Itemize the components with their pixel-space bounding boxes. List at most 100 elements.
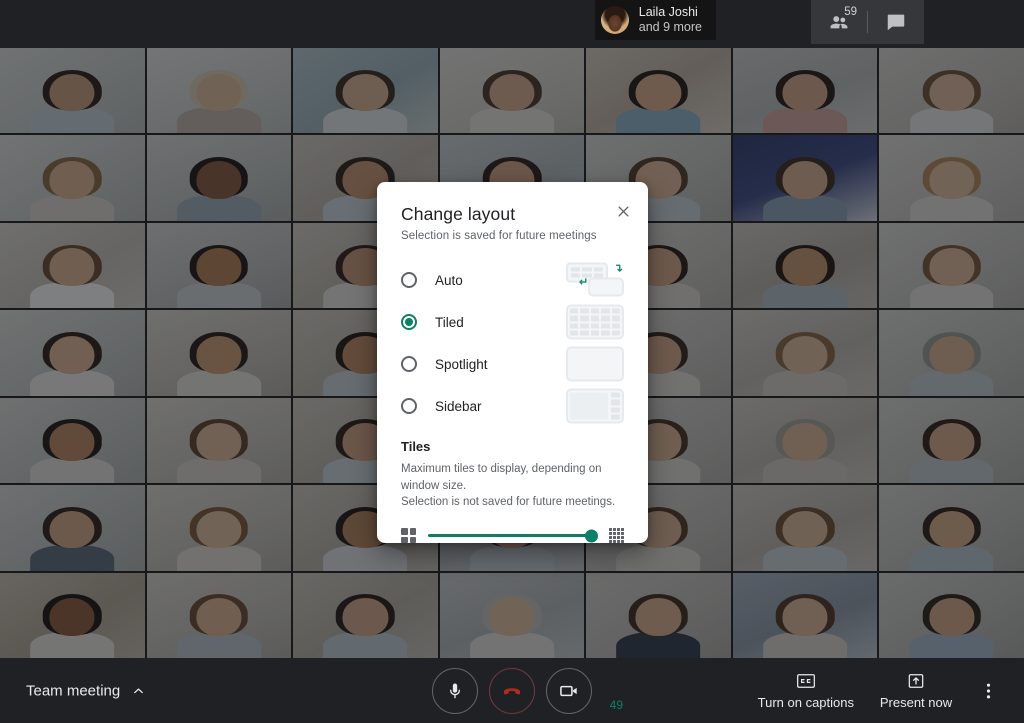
radio-spotlight[interactable]: [401, 356, 417, 372]
auto-layout-preview: ↴ ↵: [566, 262, 624, 298]
meeting-name-label: Team meeting: [26, 682, 121, 699]
layout-option-label: Tiled: [435, 314, 464, 330]
participant-tile[interactable]: [146, 485, 292, 571]
tile-person: [763, 69, 848, 134]
tile-person: [176, 419, 261, 484]
tile-person: [909, 419, 994, 484]
participant-tile[interactable]: [146, 397, 292, 484]
participant-tile[interactable]: [732, 48, 878, 134]
chat-button[interactable]: [868, 0, 924, 44]
tile-person: [30, 332, 115, 396]
participant-tile[interactable]: [0, 572, 145, 658]
participant-tile[interactable]: [732, 397, 878, 484]
participant-tile[interactable]: [732, 222, 878, 309]
layout-options-list: Auto ↴ ↵ Tiled Spotlight Sidebar: [401, 259, 624, 427]
more-options-button[interactable]: [968, 669, 1008, 713]
participant-tile[interactable]: [0, 48, 145, 134]
present-button[interactable]: Present now: [868, 669, 964, 712]
participant-tile[interactable]: [586, 48, 731, 134]
radio-auto[interactable]: [401, 272, 417, 288]
tile-person: [763, 332, 848, 396]
tile-person: [176, 244, 261, 309]
layout-option-sidebar[interactable]: Sidebar: [401, 385, 624, 427]
tiles-section-heading: Tiles: [401, 439, 431, 454]
hangup-icon: [504, 687, 520, 694]
active-participant-pill[interactable]: Laila Joshi and 9 more: [594, 0, 716, 40]
tile-person: [470, 69, 554, 134]
participant-tile[interactable]: [146, 222, 292, 309]
tile-person: [30, 69, 115, 134]
participant-tile[interactable]: [732, 485, 878, 571]
layout-option-auto[interactable]: Auto ↴ ↵: [401, 259, 624, 301]
participant-tile[interactable]: [146, 572, 292, 658]
participant-tile[interactable]: [0, 485, 145, 571]
layout-option-label: Spotlight: [435, 356, 488, 372]
participant-tile[interactable]: [879, 310, 1024, 396]
bottom-bar: Team meeting Turn on captions Present no…: [0, 658, 1024, 723]
participant-tile[interactable]: [732, 135, 878, 221]
layout-option-label: Auto: [435, 272, 463, 288]
radio-sidebar[interactable]: [401, 398, 417, 414]
people-button[interactable]: 59: [811, 0, 867, 44]
hangup-button[interactable]: [489, 667, 535, 714]
tiles-slider[interactable]: [428, 529, 598, 543]
tile-person: [470, 594, 554, 658]
tiled-layout-preview: [566, 304, 624, 340]
layout-option-spotlight[interactable]: Spotlight: [401, 343, 624, 385]
participant-tile[interactable]: [146, 135, 292, 221]
participant-tile[interactable]: [293, 48, 438, 134]
tile-person: [323, 594, 408, 658]
tile-person: [176, 506, 261, 571]
top-actions-group: 59: [811, 0, 924, 44]
tile-person: [909, 506, 994, 571]
radio-tiled[interactable]: [401, 314, 417, 330]
present-screen-icon: [908, 674, 924, 688]
sidebar-preview-thumbs: [611, 392, 620, 420]
right-controls: Turn on captions Present now: [748, 669, 1008, 713]
participant-tile[interactable]: [0, 222, 145, 309]
participant-tile[interactable]: [732, 310, 878, 396]
microphone-icon: [450, 683, 460, 698]
microphone-button[interactable]: [432, 667, 478, 714]
swap-arrow-up-icon: ↵: [579, 276, 589, 289]
tile-person: [763, 157, 848, 221]
participant-tile[interactable]: [293, 572, 438, 658]
tile-person: [30, 157, 115, 221]
meet-app-window: You 59 Laila Joshi and 9 more Team meeti…: [0, 0, 1024, 723]
tile-person: [176, 594, 261, 658]
participant-tile[interactable]: [879, 222, 1024, 309]
participant-tile[interactable]: [439, 572, 585, 658]
kebab-menu-icon: [986, 683, 990, 698]
tiles-description-line-1: Maximum tiles to display, depending on w…: [401, 463, 602, 492]
call-controls: [432, 667, 592, 714]
participant-tile[interactable]: [146, 310, 292, 396]
camera-button[interactable]: [546, 667, 592, 714]
spotlight-preview-box: [566, 346, 624, 382]
participant-tile[interactable]: [879, 485, 1024, 571]
participant-tile[interactable]: [146, 48, 292, 134]
auto-preview-spotlight: [588, 277, 624, 297]
close-button[interactable]: [612, 200, 634, 222]
participant-tile[interactable]: [0, 397, 145, 484]
tile-person: [909, 69, 994, 134]
captions-button[interactable]: Turn on captions: [748, 669, 864, 712]
participant-tile[interactable]: [879, 135, 1024, 221]
participant-tile[interactable]: [0, 310, 145, 396]
participant-tile[interactable]: [879, 48, 1024, 134]
participant-tile[interactable]: [879, 397, 1024, 484]
layout-option-label: Sidebar: [435, 398, 482, 414]
layout-option-tiled[interactable]: Tiled: [401, 301, 624, 343]
present-label: Present now: [879, 695, 953, 710]
tile-person: [763, 594, 848, 658]
participant-tile[interactable]: [879, 572, 1024, 658]
avatar: [600, 6, 629, 34]
participant-tile[interactable]: [732, 572, 878, 658]
tiles-slider-thumb[interactable]: [585, 529, 598, 543]
participant-tile[interactable]: [0, 135, 145, 221]
tile-person: [909, 244, 994, 309]
tile-person: [323, 69, 408, 134]
participant-tile[interactable]: [586, 572, 731, 658]
chevron-up-icon: [134, 688, 144, 693]
meeting-info-button[interactable]: Team meeting: [26, 682, 146, 699]
participant-tile[interactable]: [439, 48, 585, 134]
